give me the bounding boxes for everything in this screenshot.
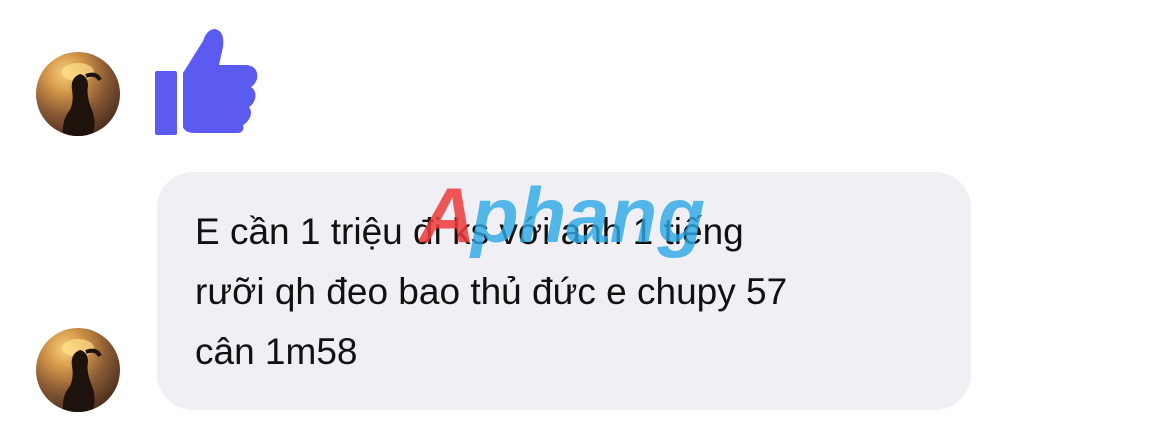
- sender-avatar[interactable]: [36, 52, 120, 136]
- avatar-silhouette-icon: [62, 63, 102, 136]
- message-bubble[interactable]: E cần 1 triệu đi ks với anh 1 tiếng rưỡi…: [157, 172, 971, 410]
- sender-avatar[interactable]: [36, 328, 120, 412]
- avatar-silhouette-icon: [62, 339, 102, 412]
- message-text: E cần 1 triệu đi ks với anh 1 tiếng rưỡi…: [195, 211, 788, 372]
- thumbs-up-icon[interactable]: [155, 27, 259, 137]
